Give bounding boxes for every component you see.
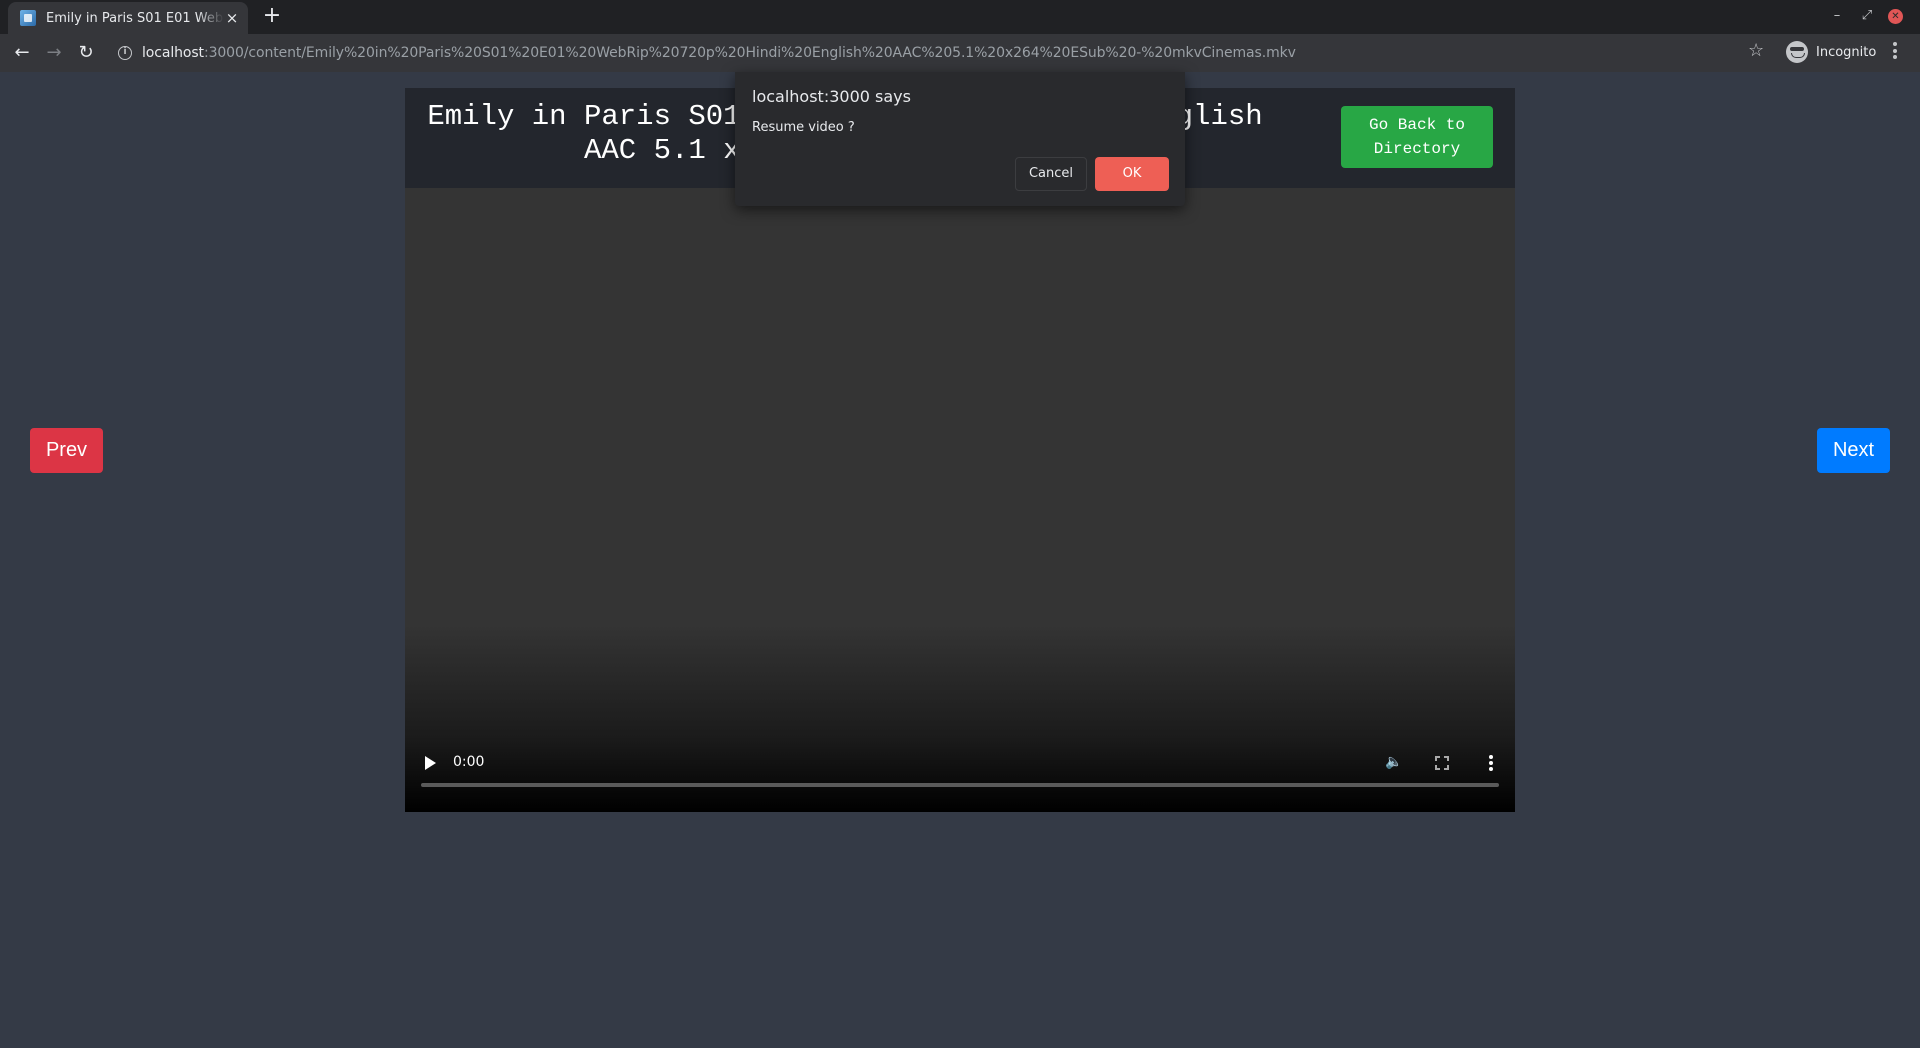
more-options-icon[interactable] [1489, 755, 1493, 773]
incognito-icon [1786, 41, 1808, 63]
tab-title: Emily in Paris S01 E01 WebRip 720p Hindi… [46, 10, 224, 26]
new-tab-button[interactable]: + [260, 5, 284, 29]
tab-close-icon[interactable]: × [224, 9, 240, 27]
next-button[interactable]: Next [1817, 428, 1890, 473]
site-info-icon[interactable]: i [118, 46, 132, 60]
browser-toolbar: ← → ↻ i localhost:3000/content/Emily%20i… [0, 34, 1920, 72]
forward-arrow-icon[interactable]: → [42, 41, 66, 65]
browser-tab[interactable]: Emily in Paris S01 E01 WebRip 720p Hindi… [8, 2, 248, 34]
reload-icon[interactable]: ↻ [74, 41, 98, 65]
ok-button[interactable]: OK [1095, 157, 1169, 191]
url-text[interactable]: localhost:3000/content/Emily%20in%20Pari… [142, 45, 1296, 61]
volume-icon[interactable]: 🔈 [1385, 754, 1402, 770]
close-window-icon[interactable]: ✕ [1888, 9, 1903, 24]
address-bar[interactable]: i localhost:3000/content/Emily%20in%20Pa… [108, 38, 1768, 68]
go-back-to-directory-button[interactable]: Go Back to Directory [1341, 106, 1493, 168]
browser-menu-icon[interactable] [1893, 42, 1899, 62]
dialog-message: Resume video ? [752, 120, 855, 135]
video-player[interactable]: 0:00 🔈 [405, 188, 1515, 812]
confirm-dialog: localhost:3000 says Resume video ? Cance… [735, 72, 1185, 206]
back-arrow-icon[interactable]: ← [10, 41, 34, 65]
maximize-window-icon[interactable]: ⤢ [1858, 8, 1876, 26]
cancel-button[interactable]: Cancel [1015, 157, 1087, 191]
prev-button[interactable]: Prev [30, 428, 103, 473]
seek-bar[interactable] [421, 783, 1499, 787]
current-time: 0:00 [453, 754, 485, 770]
favicon-icon [20, 10, 36, 26]
url-path: :3000/content/Emily%20in%20Paris%20S01%2… [203, 45, 1296, 61]
play-icon[interactable] [425, 756, 436, 770]
bookmark-star-icon[interactable]: ☆ [1748, 40, 1764, 61]
minimize-window-icon[interactable]: – [1828, 8, 1846, 26]
browser-tab-strip: Emily in Paris S01 E01 WebRip 720p Hindi… [0, 0, 1920, 34]
fullscreen-icon[interactable] [1435, 756, 1449, 770]
incognito-profile-button[interactable]: Incognito [1786, 40, 1876, 64]
url-host: localhost [142, 45, 204, 61]
incognito-label: Incognito [1816, 44, 1877, 60]
dialog-origin: localhost:3000 says [752, 87, 911, 106]
